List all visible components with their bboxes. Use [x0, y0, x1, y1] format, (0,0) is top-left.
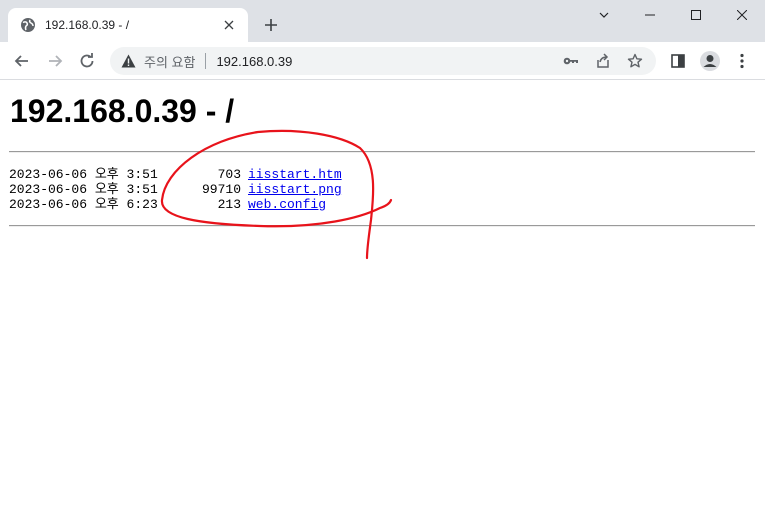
maximize-icon [691, 10, 701, 20]
share-icon[interactable] [590, 48, 616, 74]
warning-icon[interactable] [120, 53, 136, 69]
close-tab-icon[interactable] [220, 16, 238, 34]
list-item: 2023-06-06 오후 3:51 703 iisstart.htm [9, 167, 342, 182]
new-tab-button[interactable] [258, 12, 284, 38]
arrow-left-icon [14, 55, 28, 67]
security-status-label[interactable]: 주의 요함 [144, 52, 195, 71]
bookmark-star-icon[interactable] [622, 48, 648, 74]
back-button[interactable] [8, 47, 36, 75]
tab-title: 192.168.0.39 - / [45, 18, 130, 32]
menu-button[interactable] [728, 47, 756, 75]
reload-icon [80, 53, 94, 68]
chevron-down-icon [599, 12, 609, 18]
list-item: 2023-06-06 오후 3:51 99710 iisstart.png [9, 182, 342, 197]
forward-button[interactable] [41, 47, 69, 75]
title-bar: 192.168.0.39 - / [0, 0, 765, 42]
plus-icon [265, 19, 277, 31]
top-divider [9, 151, 755, 153]
file-date: 2023-06-06 오후 3:51 [9, 167, 158, 182]
close-icon [737, 10, 747, 20]
key-icon[interactable] [558, 48, 584, 74]
close-window-button[interactable] [719, 0, 765, 30]
file-link-web-config[interactable]: web.config [248, 197, 326, 212]
profile-button[interactable] [696, 47, 724, 75]
tab-search-button[interactable] [581, 0, 627, 30]
minimize-icon [645, 14, 655, 16]
browser-toolbar: 주의 요함 192.168.0.39 [0, 42, 765, 80]
file-date: 2023-06-06 오후 3:51 [9, 182, 158, 197]
browser-tab[interactable]: 192.168.0.39 - / [8, 8, 248, 42]
avatar-icon [700, 51, 720, 71]
url-text[interactable]: 192.168.0.39 [216, 54, 292, 69]
minimize-button[interactable] [627, 0, 673, 30]
list-item: 2023-06-06 오후 6:23 213 web.config [9, 197, 342, 212]
file-size: 99710 [201, 182, 241, 197]
page-content: 192.168.0.39 - / 2023-06-06 오후 3:51 703 … [0, 81, 765, 512]
file-size: 703 [217, 167, 241, 182]
bottom-divider [9, 225, 755, 227]
page-title: 192.168.0.39 - / [10, 93, 235, 129]
maximize-button[interactable] [673, 0, 719, 30]
file-link-iisstart-png[interactable]: iisstart.png [248, 182, 342, 197]
file-date: 2023-06-06 오후 6:23 [9, 197, 158, 212]
globe-icon [20, 17, 36, 33]
file-link-iisstart-htm[interactable]: iisstart.htm [248, 167, 342, 182]
side-panel-button[interactable] [664, 47, 692, 75]
arrow-right-icon [49, 55, 63, 67]
side-panel-icon [671, 54, 685, 68]
window-controls [581, 0, 765, 30]
file-size: 213 [217, 197, 241, 212]
omnibox-divider [205, 53, 207, 69]
reload-button[interactable] [73, 47, 101, 75]
directory-listing: 2023-06-06 오후 3:51 703 iisstart.htm 2023… [9, 167, 342, 212]
more-vert-icon [740, 53, 744, 69]
address-bar[interactable]: 주의 요함 192.168.0.39 [110, 47, 656, 75]
